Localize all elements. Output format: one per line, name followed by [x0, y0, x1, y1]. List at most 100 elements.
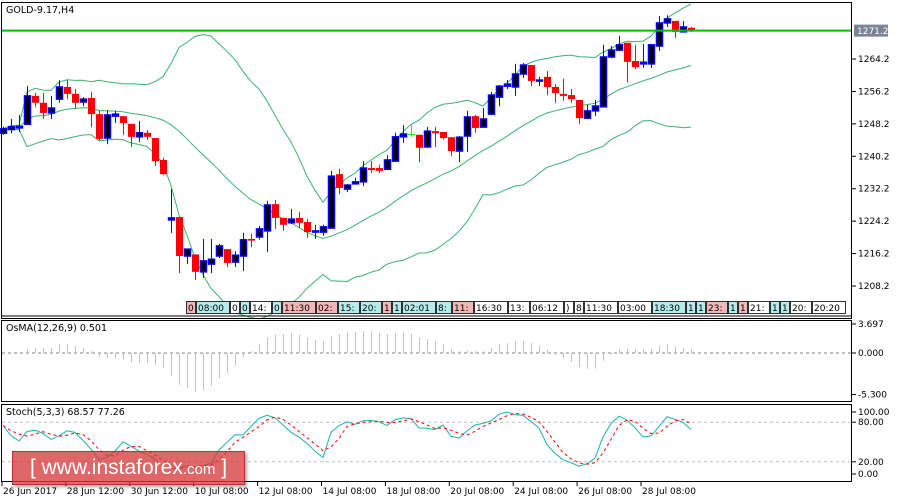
event-label[interactable]: 1 [770, 301, 780, 315]
event-label[interactable]: 1 [728, 301, 738, 315]
candle[interactable] [655, 16, 664, 51]
candle[interactable] [519, 63, 528, 79]
candle[interactable] [7, 118, 16, 134]
candle[interactable] [607, 46, 616, 59]
candle[interactable] [639, 44, 648, 68]
candle[interactable] [647, 44, 656, 68]
candle[interactable] [391, 132, 400, 162]
main-panel[interactable] [1, 2, 852, 319]
candle[interactable] [304, 219, 311, 238]
candle[interactable] [423, 127, 432, 148]
candle[interactable] [280, 217, 287, 231]
candle[interactable] [463, 110, 472, 152]
candle[interactable] [272, 200, 279, 229]
candle[interactable] [263, 200, 272, 252]
event-label[interactable]: 23: [706, 301, 728, 315]
chart-window[interactable]: 0 08:00 0 0 14: 0 11:30 02: 15: 20: 1 1 02:01 8: 11: 16… [0, 0, 900, 500]
candle[interactable] [192, 254, 199, 280]
event-label[interactable]: 0 [230, 301, 240, 315]
candle[interactable] [287, 208, 296, 224]
event-label[interactable]: ) [564, 301, 574, 315]
candle[interactable] [495, 84, 504, 107]
candle[interactable] [560, 78, 567, 101]
candle[interactable] [32, 93, 39, 107]
event-label[interactable]: 03:00 [618, 301, 652, 315]
candle[interactable] [359, 161, 368, 186]
candle[interactable] [327, 170, 336, 229]
candle[interactable] [432, 127, 439, 147]
candle[interactable] [79, 97, 88, 107]
event-label[interactable]: 20: [790, 301, 812, 315]
event-label[interactable]: 1 [780, 301, 790, 315]
candle[interactable] [552, 84, 559, 103]
event-label[interactable]: 08:00 [196, 301, 230, 315]
event-label[interactable]: 18:30 [652, 301, 686, 315]
price-axis[interactable]: 1264.2 1256.2 1248.2 1240.2 1232.2 1224.2 1216… [852, 24, 890, 292]
candle[interactable] [479, 108, 488, 128]
candle[interactable] [135, 121, 144, 143]
candle[interactable] [455, 136, 464, 162]
candle[interactable] [144, 129, 151, 141]
candle[interactable] [511, 63, 520, 96]
candle[interactable] [503, 80, 512, 89]
candle[interactable] [231, 251, 240, 267]
candle[interactable] [383, 155, 392, 171]
candle[interactable] [23, 86, 32, 126]
event-label[interactable]: 13: [508, 301, 530, 315]
candle[interactable] [487, 91, 496, 115]
event-label[interactable]: 8: [436, 301, 452, 315]
event-label[interactable]: 0 [240, 301, 250, 315]
candle[interactable] [207, 238, 216, 274]
candle[interactable] [448, 137, 455, 156]
candle[interactable] [472, 114, 479, 133]
candle[interactable] [319, 224, 328, 236]
candle[interactable] [183, 248, 192, 265]
candle[interactable] [416, 134, 423, 162]
candle[interactable] [440, 131, 447, 140]
event-label[interactable]: 21: [748, 301, 770, 315]
candle[interactable] [215, 243, 224, 259]
candle[interactable] [535, 76, 544, 87]
candle[interactable] [176, 217, 183, 274]
candle[interactable] [120, 116, 127, 135]
event-label[interactable]: 02:01 [402, 301, 436, 315]
event-label[interactable]: 1 [382, 301, 392, 315]
candle[interactable] [343, 183, 352, 192]
candle[interactable] [296, 211, 303, 229]
candle[interactable] [224, 249, 231, 267]
candle[interactable] [672, 20, 679, 38]
event-label[interactable]: 11:30 [282, 301, 316, 315]
candle[interactable] [255, 226, 264, 240]
candle[interactable] [624, 42, 631, 83]
event-label[interactable]: 15: [338, 301, 360, 315]
candle[interactable] [544, 71, 551, 96]
candle[interactable] [576, 99, 583, 124]
event-label[interactable]: 20: [360, 301, 382, 315]
candle[interactable] [599, 44, 608, 108]
candle[interactable] [376, 164, 383, 173]
event-label[interactable]: 11: [452, 301, 474, 315]
candle[interactable] [64, 80, 71, 100]
event-label[interactable]: 1 [392, 301, 402, 315]
event-label[interactable]: 06:12 [530, 301, 564, 315]
candle[interactable] [528, 65, 535, 87]
event-label[interactable]: 14: [250, 301, 272, 315]
candle[interactable] [351, 177, 360, 185]
candle[interactable] [160, 157, 167, 175]
event-label[interactable]: 1 [696, 301, 706, 315]
event-label[interactable]: 1 [686, 301, 696, 315]
candle[interactable] [103, 110, 112, 145]
event-label[interactable]: 1 [738, 301, 748, 315]
candle[interactable] [199, 238, 208, 278]
candle[interactable] [88, 91, 95, 128]
candle[interactable] [239, 232, 248, 272]
event-label[interactable]: 16:30 [474, 301, 508, 315]
candle[interactable] [368, 161, 375, 173]
candle[interactable] [248, 233, 255, 248]
candle[interactable] [336, 168, 343, 194]
candle[interactable] [399, 125, 408, 143]
candle[interactable] [96, 110, 103, 141]
candle[interactable] [47, 95, 56, 119]
candle[interactable] [583, 104, 592, 119]
event-label[interactable]: 0 [272, 301, 282, 315]
